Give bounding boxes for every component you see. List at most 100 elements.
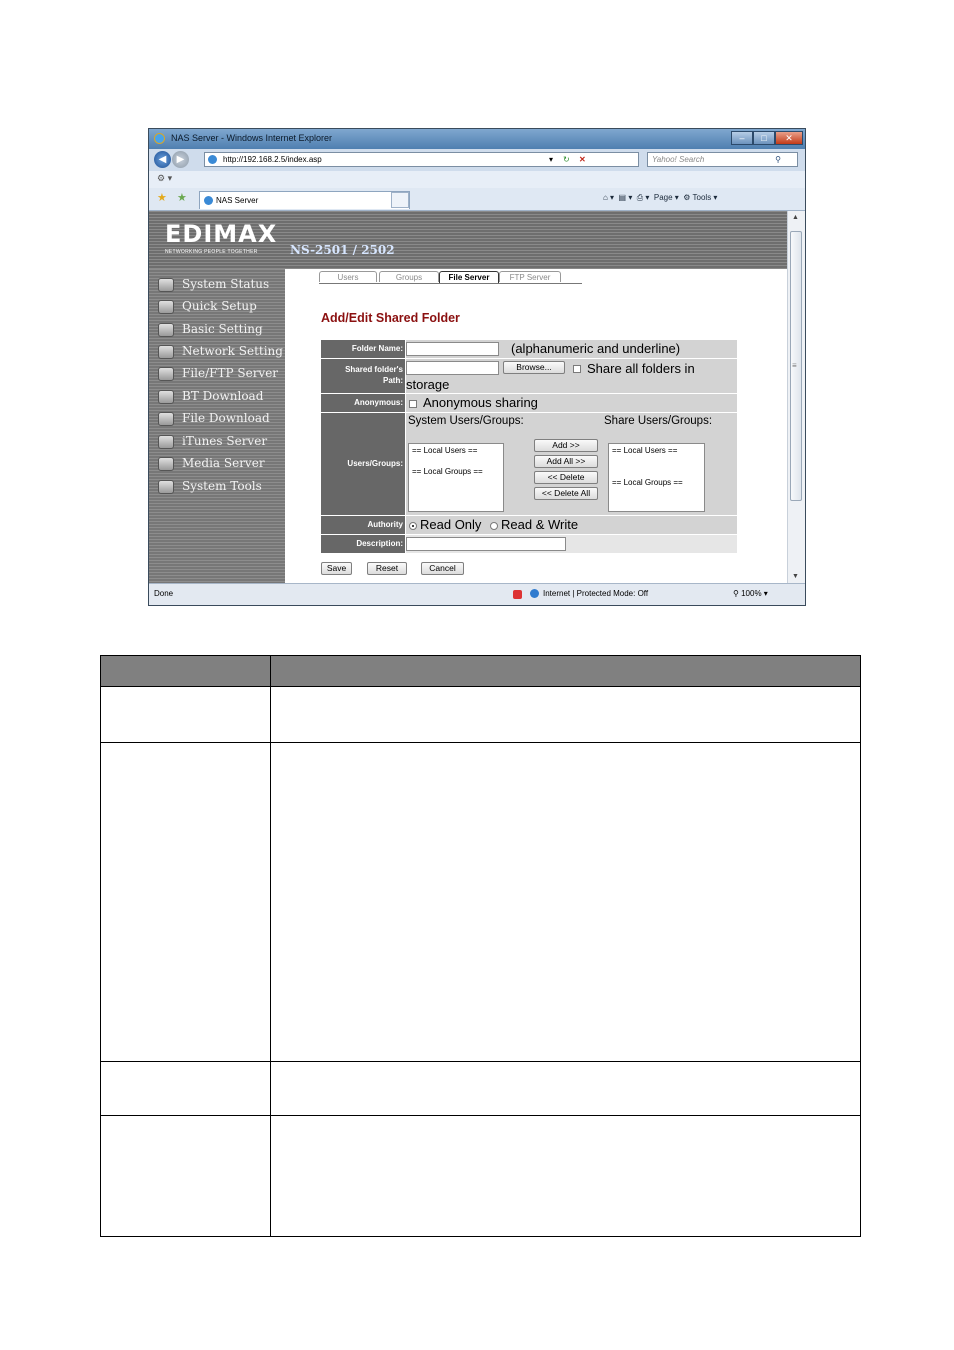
list-item[interactable]: == Local Groups == xyxy=(612,478,683,487)
command-bar: ⚙ ▾ xyxy=(149,171,805,188)
bt-download-icon xyxy=(158,390,174,404)
itunes-server-icon xyxy=(158,435,174,449)
network-setting-icon xyxy=(158,345,174,359)
system-users-list[interactable]: == Local Users == == Local Groups == xyxy=(408,443,504,512)
folder-name-row: Folder Name: (alphanumeric and underline… xyxy=(321,340,737,358)
table-row-divider xyxy=(101,1061,860,1062)
sidebar-item-network-setting[interactable]: Network Setting xyxy=(158,342,286,362)
read-write-radio[interactable] xyxy=(490,522,498,530)
sidebar-item-file-download[interactable]: File Download xyxy=(158,409,286,429)
title-bar: NAS Server - Windows Internet Explorer –… xyxy=(149,129,805,149)
description-input[interactable] xyxy=(406,537,566,551)
sidebar-item-system-tools[interactable]: System Tools xyxy=(158,477,286,497)
sidebar-item-label: Basic Setting xyxy=(182,322,263,336)
authority-cell: Read Only Read & Write xyxy=(406,516,737,534)
vertical-scrollbar[interactable]: ▲ ≡ ▼ xyxy=(787,211,805,583)
table-header xyxy=(101,656,860,687)
add-button[interactable]: Add >> xyxy=(534,439,598,452)
list-item[interactable]: == Local Groups == xyxy=(412,467,483,476)
sidebar-item-bt-download[interactable]: BT Download xyxy=(158,387,286,407)
home-icon[interactable]: ⌂ ▾ xyxy=(603,193,614,202)
scroll-down-icon[interactable]: ▼ xyxy=(792,573,799,580)
description-label: Description: xyxy=(321,535,405,553)
logo-tagline: NETWORKING PEOPLE TOGETHER xyxy=(165,249,258,255)
add-all-button[interactable]: Add All >> xyxy=(534,455,598,468)
search-input[interactable]: Yahoo! Search ⚲ xyxy=(647,152,798,167)
sidebar-item-media-server[interactable]: Media Server xyxy=(158,454,286,474)
sidebar-item-label: Media Server xyxy=(182,456,265,470)
share-users-list[interactable]: == Local Users == == Local Groups == xyxy=(608,443,705,512)
delete-all-button[interactable]: << Delete All xyxy=(534,487,598,500)
anonymous-checkbox[interactable] xyxy=(409,400,417,408)
cancel-button[interactable]: Cancel xyxy=(421,562,464,575)
authority-row: Authority Read Only Read & Write xyxy=(321,516,737,534)
security-zone[interactable]: Internet | Protected Mode: Off xyxy=(543,589,648,598)
sidebar-item-basic-setting[interactable]: Basic Setting xyxy=(158,320,286,340)
stop-icon[interactable]: ✕ xyxy=(579,153,586,166)
dropdown-arrow-icon[interactable]: ▾ xyxy=(549,153,553,166)
path-label: Shared folder's Path: xyxy=(321,359,405,393)
popup-blocked-icon[interactable] xyxy=(513,590,522,599)
minimize-button[interactable]: – xyxy=(731,131,753,145)
system-users-title: System Users/Groups: xyxy=(408,415,524,427)
browser-tab[interactable]: NAS Server xyxy=(199,191,410,209)
print-icon[interactable]: ⎙ ▾ xyxy=(637,193,650,202)
feeds-icon[interactable]: ▤ ▾ xyxy=(619,193,633,202)
new-tab-button[interactable] xyxy=(391,192,409,208)
list-item[interactable]: == Local Users == xyxy=(412,446,477,455)
sidebar-item-label: File Download xyxy=(182,411,270,425)
tab-file-server[interactable]: File Server xyxy=(439,271,499,283)
gear-icon[interactable]: ⚙ ▾ xyxy=(157,173,172,184)
refresh-icon[interactable]: ↻ xyxy=(563,153,570,166)
scroll-up-icon[interactable]: ▲ xyxy=(792,214,799,221)
header-banner: EDIMAX NETWORKING PEOPLE TOGETHER NS-250… xyxy=(149,211,787,269)
tab-groups[interactable]: Groups xyxy=(379,271,439,282)
path-label-line2: Path: xyxy=(383,376,403,385)
address-url: http://192.168.2.5/index.asp xyxy=(223,155,322,164)
table-column-divider xyxy=(270,656,271,1236)
file-download-icon xyxy=(158,412,174,426)
address-input[interactable]: http://192.168.2.5/index.asp ▾ ↻ ✕ xyxy=(204,152,639,167)
window-title: NAS Server - Windows Internet Explorer xyxy=(171,133,333,143)
share-all-label: Share all folders in xyxy=(587,361,695,376)
path-input[interactable] xyxy=(406,361,499,375)
search-icon[interactable]: ⚲ xyxy=(775,153,781,166)
close-button[interactable]: ✕ xyxy=(775,131,803,145)
folder-name-hint: (alphanumeric and underline) xyxy=(511,341,681,356)
ie-logo-icon xyxy=(154,133,165,144)
parameter-table xyxy=(100,655,861,1237)
reset-button[interactable]: Reset xyxy=(367,562,407,575)
page-menu[interactable]: Page ▾ xyxy=(654,193,679,202)
gear-small-icon: ⚙ xyxy=(683,193,691,202)
save-button[interactable]: Save xyxy=(321,562,352,575)
folder-name-label: Folder Name: xyxy=(321,340,405,358)
sidebar-item-system-status[interactable]: System Status xyxy=(158,275,286,295)
list-item[interactable]: == Local Users == xyxy=(612,446,677,455)
zoom-level[interactable]: ⚲ 100% ▾ xyxy=(733,589,768,598)
sidebar-item-quick-setup[interactable]: Quick Setup xyxy=(158,297,286,317)
folder-name-input[interactable] xyxy=(406,342,499,356)
authority-label: Authority xyxy=(321,516,405,534)
share-all-checkbox[interactable] xyxy=(573,365,581,373)
scroll-grip-icon: ≡ xyxy=(792,361,797,370)
tab-users[interactable]: Users xyxy=(319,271,377,282)
add-favorite-icon[interactable]: ★ xyxy=(177,191,187,204)
favorites-star-icon[interactable]: ★ xyxy=(157,191,167,204)
delete-button[interactable]: << Delete xyxy=(534,471,598,484)
forward-arrow-icon[interactable]: ▶ xyxy=(172,151,189,168)
back-arrow-icon[interactable]: ◀ xyxy=(154,151,171,168)
sidebar-item-itunes-server[interactable]: iTunes Server xyxy=(158,432,286,452)
anonymous-option-label: Anonymous sharing xyxy=(423,395,538,410)
share-users-title: Share Users/Groups: xyxy=(604,415,713,427)
users-groups-cell: System Users/Groups: Share Users/Groups:… xyxy=(406,413,737,515)
read-only-radio[interactable] xyxy=(409,522,417,530)
browse-button[interactable]: Browse... xyxy=(503,361,565,374)
maximize-button[interactable]: □ xyxy=(753,131,775,145)
sidebar-item-label: System Status xyxy=(182,277,270,291)
tab-ftp-server[interactable]: FTP Server xyxy=(499,271,561,282)
search-placeholder: Yahoo! Search xyxy=(652,155,705,164)
path-row: Shared folder's Path: Browse... Share al… xyxy=(321,359,737,393)
sidebar-item-file-ftp-server[interactable]: File/FTP Server xyxy=(158,364,286,384)
tools-menu[interactable]: ⚙ Tools ▾ xyxy=(683,193,717,202)
read-write-label: Read & Write xyxy=(501,517,579,532)
